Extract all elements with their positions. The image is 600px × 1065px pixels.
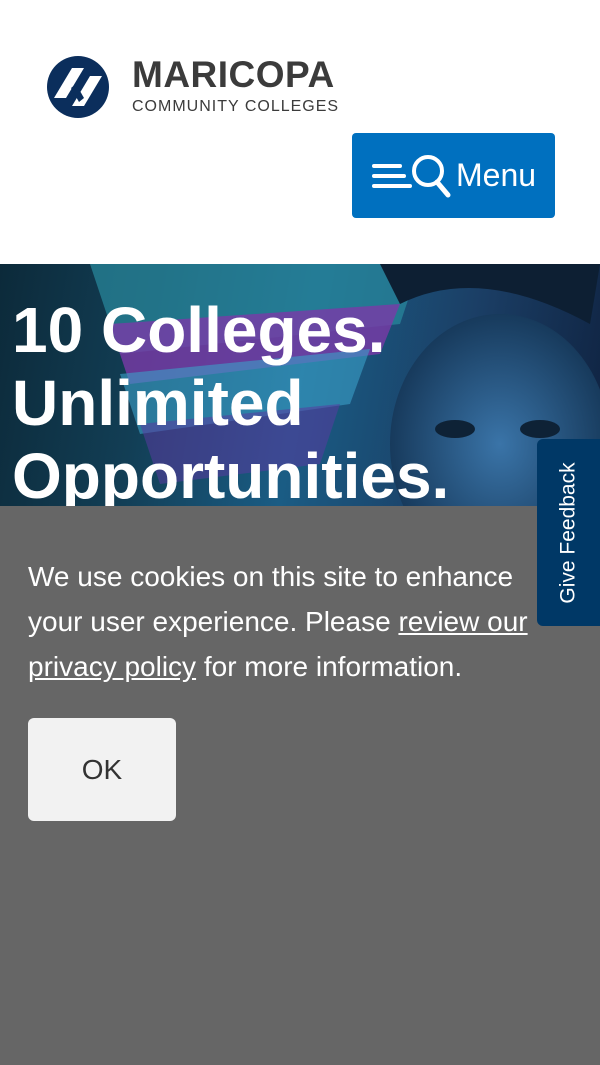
logo-text: MARICOPA COMMUNITY COLLEGES [132, 54, 340, 117]
site-logo[interactable]: MARICOPA COMMUNITY COLLEGES [46, 54, 339, 120]
logo-name: MARICOPA [132, 54, 335, 95]
menu-search-icons [372, 154, 451, 197]
hero-title-line: Unlimited [12, 367, 304, 439]
hero-title: 10 Colleges. Unlimited Opportunities. [12, 294, 449, 506]
site-header: MARICOPA COMMUNITY COLLEGES Menu [0, 0, 600, 264]
cookie-banner: We use cookies on this site to enhance y… [0, 506, 600, 1065]
cookie-text-after: for more information. [196, 651, 463, 682]
logo-subtitle: COMMUNITY COLLEGES [132, 98, 340, 115]
hero-title-line: 10 Colleges. [12, 294, 386, 366]
menu-label: Menu [456, 157, 537, 193]
give-feedback-label: Give Feedback [556, 461, 580, 604]
give-feedback-tab[interactable]: Give Feedback [537, 439, 600, 626]
menu-button[interactable]: Menu [352, 133, 555, 218]
search-icon [412, 154, 451, 197]
hero-banner: 10 Colleges. Unlimited Opportunities. [0, 264, 600, 506]
cookie-ok-button[interactable]: OK [28, 718, 176, 821]
hero-title-line: Opportunities. [12, 440, 450, 506]
maricopa-logo-icon [47, 56, 109, 118]
cookie-message: We use cookies on this site to enhance y… [28, 554, 568, 689]
hamburger-icon [372, 163, 412, 188]
